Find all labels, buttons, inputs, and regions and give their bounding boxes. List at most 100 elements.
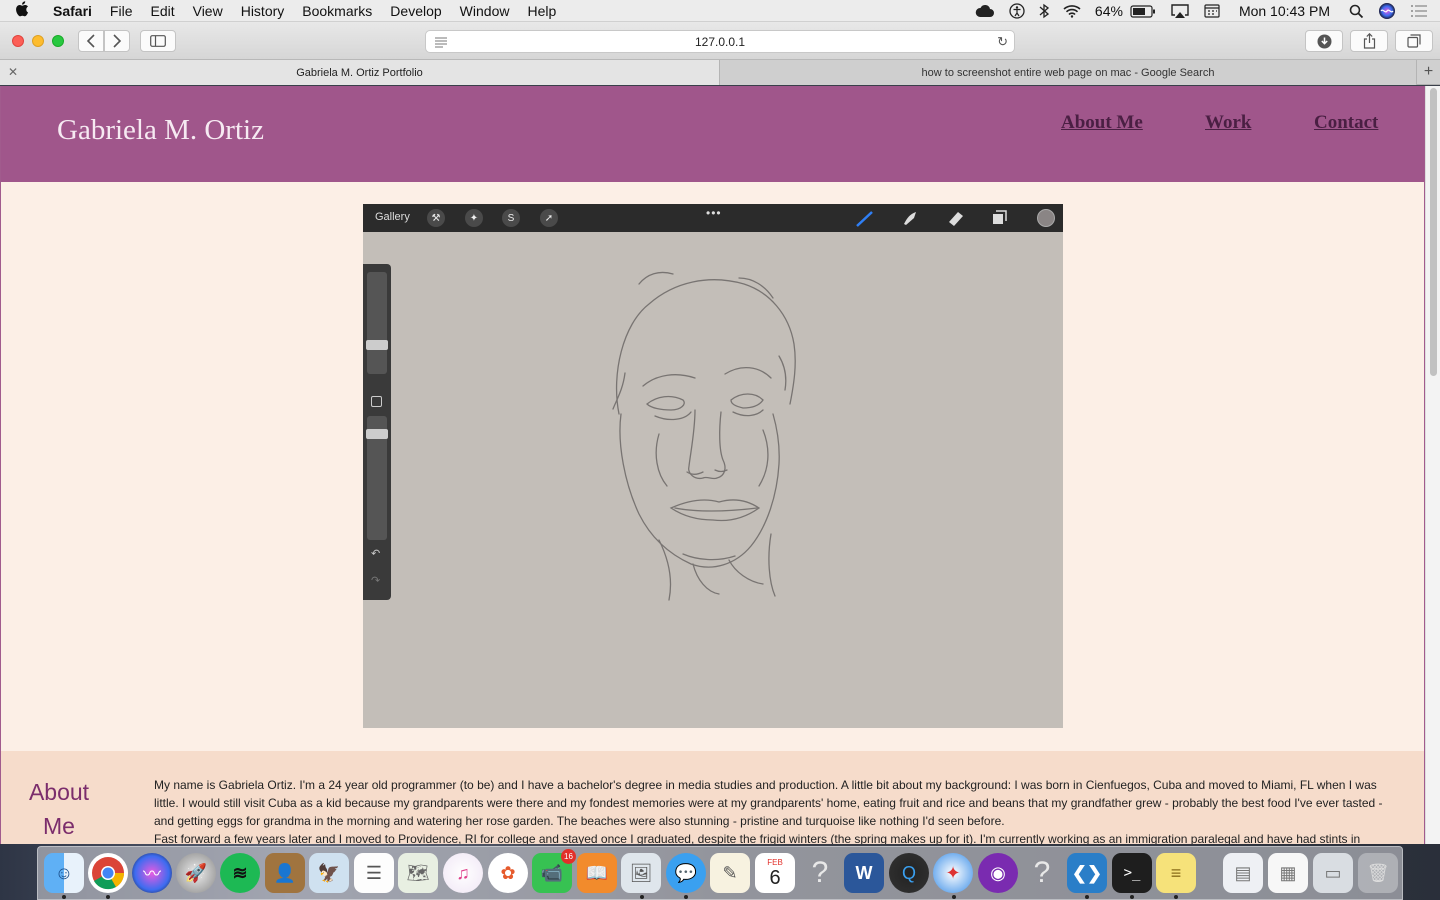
contacts-icon[interactable]: 👤 xyxy=(265,853,305,893)
sidebar-toggle-button[interactable] xyxy=(140,30,176,52)
maps-icon[interactable]: 🗺 xyxy=(398,853,438,893)
site-title[interactable]: Gabriela M. Ortiz xyxy=(57,114,264,147)
nav-about-me[interactable]: About Me xyxy=(1061,112,1143,134)
word-icon[interactable]: W xyxy=(844,853,884,893)
tab-title: how to screenshot entire web page on mac… xyxy=(921,66,1215,79)
nav-contact[interactable]: Contact xyxy=(1314,112,1378,134)
textedit-icon[interactable]: ✎ xyxy=(710,853,750,893)
running-indicator xyxy=(1130,895,1134,899)
layers-icon xyxy=(993,210,1007,224)
eraser-icon xyxy=(949,212,963,226)
page-scrollbar[interactable] xyxy=(1425,86,1440,844)
clock[interactable]: Mon 10:43 PM xyxy=(1227,3,1342,19)
siri-dock-icon[interactable]: 〰 xyxy=(132,853,172,893)
notification-center-icon[interactable] xyxy=(1403,4,1440,18)
menu-window[interactable]: Window xyxy=(451,0,519,22)
tab-google-search[interactable]: how to screenshot entire web page on mac… xyxy=(720,60,1417,85)
menu-history[interactable]: History xyxy=(232,0,294,22)
spotify-icon[interactable]: ≋ xyxy=(220,853,260,893)
reminders-icon[interactable]: ☰ xyxy=(354,853,394,893)
menu-develop[interactable]: Develop xyxy=(381,0,450,22)
fullscreen-window-button[interactable] xyxy=(52,35,64,47)
apple-menu-icon[interactable] xyxy=(0,0,44,21)
menu-file[interactable]: File xyxy=(101,0,142,22)
procreate-toolbar: Gallery ⚒ ✦ S ➚ ••• xyxy=(363,204,1063,232)
reload-icon[interactable]: ↻ xyxy=(997,34,1008,50)
tab-title: Gabriela M. Ortiz Portfolio xyxy=(296,66,423,79)
selection-icon: S xyxy=(502,209,520,227)
scrollbar-thumb[interactable] xyxy=(1430,88,1437,376)
downloads-button[interactable] xyxy=(1305,30,1343,52)
running-indicator xyxy=(62,895,66,899)
new-tab-button[interactable]: + xyxy=(1417,60,1440,84)
terminal-icon[interactable]: >_ xyxy=(1112,853,1152,893)
minimized-window-2[interactable]: ▦ xyxy=(1268,853,1308,893)
tab-portfolio[interactable]: ✕ Gabriela M. Ortiz Portfolio xyxy=(0,60,720,85)
about-paragraph-1: My name is Gabriela Ortiz. I'm a 24 year… xyxy=(154,778,1383,828)
minimize-window-button[interactable] xyxy=(32,35,44,47)
bluetooth-icon[interactable] xyxy=(1032,3,1056,19)
close-window-button[interactable] xyxy=(12,35,24,47)
address-bar[interactable]: 127.0.0.1 ↻ xyxy=(425,30,1015,53)
menu-bookmarks[interactable]: Bookmarks xyxy=(293,0,381,22)
unknown-app-icon-2[interactable]: ? xyxy=(1022,853,1062,893)
podcasts-icon[interactable]: ◉ xyxy=(978,853,1018,893)
itunes-icon[interactable]: ♫ xyxy=(443,853,483,893)
transform-icon: ➚ xyxy=(540,209,558,227)
minimized-window-1[interactable]: ▤ xyxy=(1223,853,1263,893)
dock: ☺ 〰 🚀 ≋ 👤 🦅 ☰ 🗺 ♫ ✿ 📹 16 📖 🖼 💬 ✎ FEB 6 ?… xyxy=(37,846,1403,900)
plus-icon: + xyxy=(1423,63,1434,80)
redo-icon: ↷ xyxy=(371,575,381,587)
preview-icon[interactable]: 🦅 xyxy=(309,853,349,893)
cloud-icon[interactable] xyxy=(968,4,1002,18)
quicktime-icon[interactable]: Q xyxy=(889,853,929,893)
messages-icon[interactable]: 💬 xyxy=(666,853,706,893)
smudge-icon xyxy=(904,212,916,225)
battery-icon[interactable] xyxy=(1130,4,1163,18)
airplay-icon[interactable] xyxy=(1163,4,1197,18)
menu-safari[interactable]: Safari xyxy=(44,0,101,22)
siri-icon[interactable] xyxy=(1371,2,1403,20)
minimized-window-3[interactable]: ▭ xyxy=(1313,853,1353,893)
wifi-icon[interactable] xyxy=(1056,4,1088,18)
unknown-app-icon[interactable]: ? xyxy=(800,853,840,893)
safari-dock-icon[interactable]: ✦ xyxy=(933,853,973,893)
facetime-icon[interactable]: 📹 16 xyxy=(532,849,576,893)
chevron-left-icon xyxy=(86,34,95,48)
modify-square-icon xyxy=(371,396,382,407)
photos-icon[interactable]: ✿ xyxy=(488,853,528,893)
artwork-image: Gallery ⚒ ✦ S ➚ ••• ↶ ↷ xyxy=(363,204,1063,728)
ibooks-icon[interactable]: 📖 xyxy=(577,853,617,893)
undo-icon: ↶ xyxy=(371,548,381,560)
battery-percent[interactable]: 64% xyxy=(1088,3,1130,19)
launchpad-icon[interactable]: 🚀 xyxy=(176,853,216,893)
nav-work[interactable]: Work xyxy=(1205,112,1251,134)
forward-button[interactable] xyxy=(104,30,130,52)
spotlight-icon[interactable] xyxy=(1342,4,1371,19)
about-text: My name is Gabriela Ortiz. I'm a 24 year… xyxy=(154,776,1384,844)
finder-icon[interactable]: ☺ xyxy=(44,853,84,893)
menu-view[interactable]: View xyxy=(184,0,232,22)
menu-help[interactable]: Help xyxy=(518,0,565,22)
image-capture-icon[interactable]: 🖼 xyxy=(621,853,661,893)
calendar-icon[interactable]: FEB 6 xyxy=(755,853,795,893)
brush-icon xyxy=(856,211,873,227)
tab-bar: ✕ Gabriela M. Ortiz Portfolio how to scr… xyxy=(0,60,1440,85)
menu-edit[interactable]: Edit xyxy=(141,0,183,22)
vscode-icon[interactable]: ❮❯ xyxy=(1067,853,1107,893)
tabs-icon xyxy=(1407,34,1421,48)
accessibility-icon[interactable] xyxy=(1002,3,1032,19)
opacity-knob xyxy=(366,429,388,439)
reader-icon[interactable] xyxy=(434,36,448,48)
about-heading-line1: About xyxy=(28,779,90,805)
running-indicator xyxy=(684,895,688,899)
trash-icon[interactable]: 🗑 xyxy=(1358,853,1398,893)
share-button[interactable] xyxy=(1350,30,1388,52)
chrome-icon[interactable] xyxy=(88,853,128,893)
calendar-menu-icon[interactable] xyxy=(1197,4,1227,18)
back-button[interactable] xyxy=(78,30,104,52)
close-tab-icon[interactable]: ✕ xyxy=(8,65,18,79)
notes-icon[interactable]: ≡ xyxy=(1156,853,1196,893)
tab-overview-button[interactable] xyxy=(1395,30,1433,52)
running-indicator xyxy=(640,895,644,899)
